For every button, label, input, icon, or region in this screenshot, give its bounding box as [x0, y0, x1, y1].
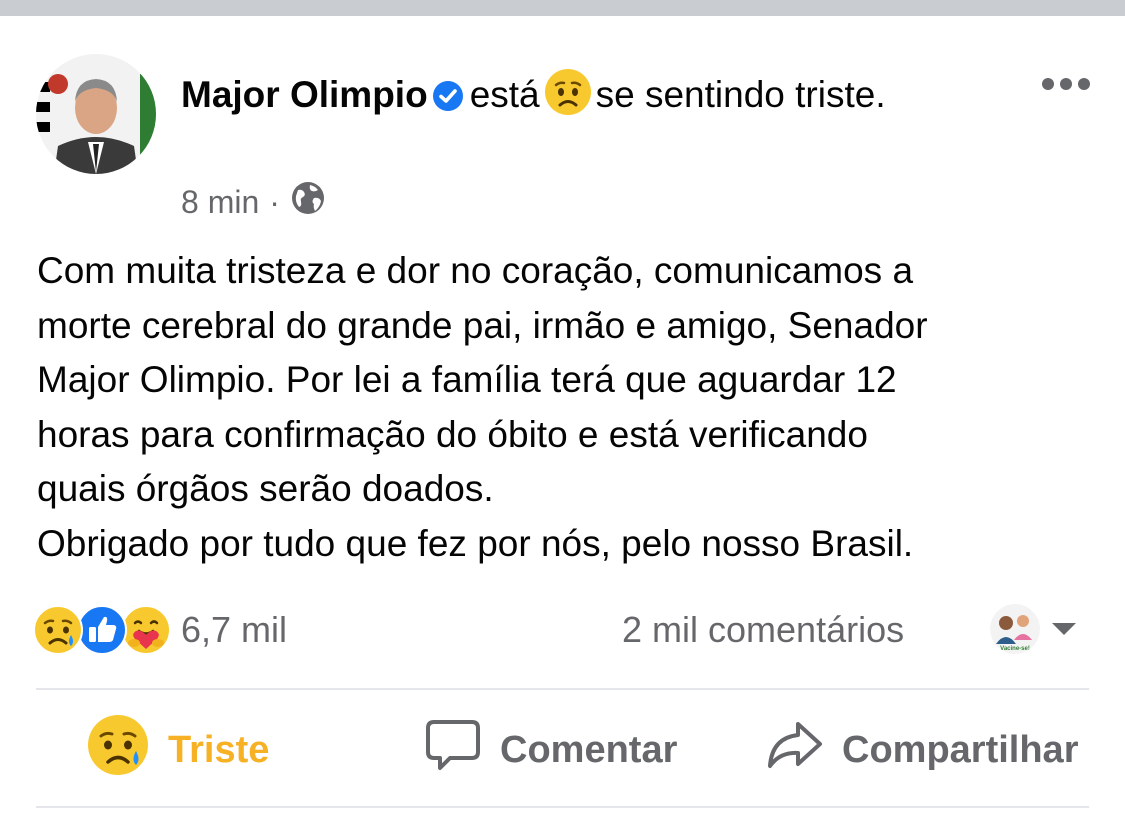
author-name[interactable]: Major Olimpio: [181, 74, 428, 115]
post-body-line: Com muita tristeza e dor no coração, com…: [37, 250, 914, 291]
meta-separator-dot: ·: [269, 183, 280, 220]
verified-badge-icon: [432, 73, 464, 126]
feeling-prefix: está: [469, 74, 540, 115]
post-body-line: quais órgãos serão doados.: [37, 468, 494, 509]
sad-face-emoji-icon: [544, 68, 592, 130]
reactions-summary[interactable]: 6,7 mil: [33, 602, 287, 658]
post-body-line: morte cerebral do grande pai, irmão e am…: [37, 304, 928, 346]
divider-bottom: [36, 806, 1089, 808]
post-header: Major Olimpio está se sentindo triste.: [181, 68, 1001, 130]
globe-icon: [290, 180, 326, 224]
frame-caption: Vacine-se!: [1000, 646, 1030, 652]
share-label: Compartilhar: [842, 728, 1079, 771]
chevron-down-icon[interactable]: [1050, 620, 1078, 643]
profile-frame-avatar[interactable]: Vacine-se!: [990, 604, 1040, 654]
post-body: Com muita tristeza e dor no coração, com…: [37, 244, 1097, 571]
divider-top: [36, 688, 1089, 690]
post-body-line: horas para confirmação do óbito e está v…: [37, 413, 868, 455]
react-label: Triste: [168, 728, 270, 771]
more-options-icon[interactable]: [1040, 72, 1092, 96]
react-triste-button[interactable]: Triste: [86, 714, 269, 786]
share-button[interactable]: Compartilhar: [766, 714, 1078, 786]
feeling-text: se sentindo triste.: [595, 74, 886, 115]
top-separator-bar: [0, 0, 1125, 16]
comment-label: Comentar: [500, 728, 678, 771]
reaction-count: 6,7 mil: [181, 609, 288, 650]
author-avatar[interactable]: [36, 54, 156, 174]
post-body-line: Obrigado por tudo que fez por nós, pelo …: [37, 522, 914, 564]
comment-button[interactable]: Comentar: [424, 714, 677, 786]
post-body-line: Major Olimpio. Por lei a família terá qu…: [37, 359, 897, 400]
care-reaction-icon: [121, 605, 171, 655]
post-meta: 8 min ·: [181, 180, 326, 224]
comments-count[interactable]: 2 mil comentários: [622, 608, 904, 652]
sad-reaction-icon: [33, 605, 83, 655]
like-reaction-icon: [77, 605, 127, 655]
post-timestamp[interactable]: 8 min: [181, 184, 259, 221]
comment-bubble-icon: [424, 716, 482, 784]
share-arrow-icon: [766, 716, 824, 784]
sad-reaction-icon: [86, 713, 150, 787]
